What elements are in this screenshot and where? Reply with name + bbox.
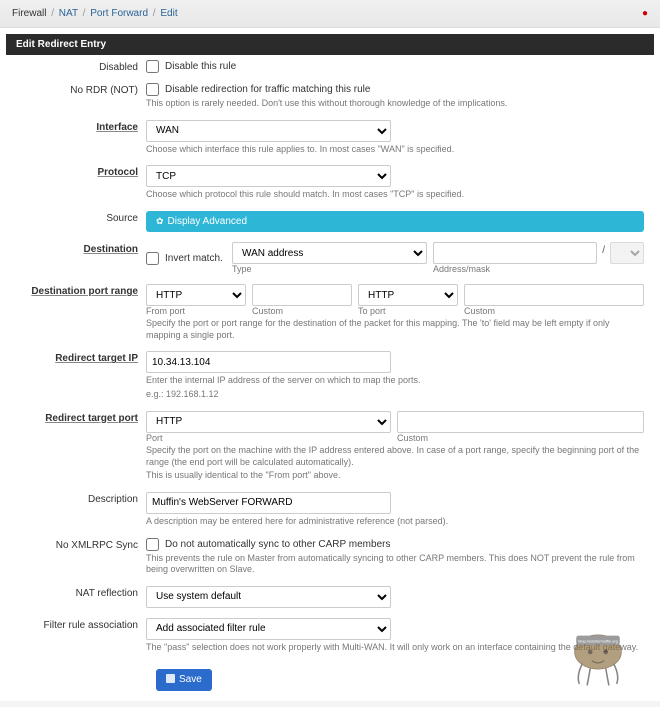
redirect-ip-input[interactable]: [146, 351, 391, 373]
crumb-firewall: Firewall: [12, 8, 46, 19]
from-custom-sublabel: Custom: [252, 306, 352, 316]
from-port-select[interactable]: HTTP: [146, 284, 246, 306]
nordr-label: No RDR (NOT): [16, 83, 146, 96]
xmlrpc-label: No XMLRPC Sync: [16, 538, 146, 551]
destination-label: Destination: [16, 242, 146, 255]
invert-match-label: Invert match.: [165, 253, 223, 264]
crumb-nat[interactable]: NAT: [59, 8, 78, 19]
protocol-help: Choose which protocol this rule should m…: [146, 189, 644, 201]
to-custom-input: [464, 284, 644, 306]
xmlrpc-help: This prevents the rule on Master from au…: [146, 553, 644, 576]
redirect-port-help1: Specify the port on the machine with the…: [146, 445, 644, 468]
to-port-sublabel: To port: [358, 306, 458, 316]
nordr-check-label: Disable redirection for traffic matching…: [165, 84, 370, 95]
redirect-ip-help2: e.g.: 192.168.1.12: [146, 389, 644, 401]
nordr-checkbox[interactable]: [146, 83, 159, 96]
redirect-port-label: Redirect target port: [16, 411, 146, 424]
xmlrpc-check-label: Do not automatically sync to other CARP …: [165, 539, 390, 550]
description-label: Description: [16, 492, 146, 505]
redirect-port-custom-sublabel: Custom: [397, 433, 644, 443]
gear-icon: [156, 216, 164, 227]
panel-title: Edit Redirect Entry: [6, 34, 654, 55]
help-icon[interactable]: ●: [642, 8, 648, 19]
description-help: A description may be entered here for ad…: [146, 516, 644, 528]
filter-assoc-label: Filter rule association: [16, 618, 146, 631]
redirect-ip-label: Redirect target IP: [16, 351, 146, 364]
dest-port-range-label: Destination port range: [16, 284, 146, 297]
dpr-help: Specify the port or port range for the d…: [146, 318, 644, 341]
source-label: Source: [16, 211, 146, 224]
to-custom-sublabel: Custom: [464, 306, 644, 316]
disabled-checkbox[interactable]: [146, 60, 159, 73]
destination-address-input: [433, 242, 597, 264]
filter-assoc-help: The "pass" selection does not work prope…: [146, 642, 644, 654]
disabled-check-label: Disable this rule: [165, 61, 236, 72]
redirect-port-select[interactable]: HTTP: [146, 411, 391, 433]
disabled-label: Disabled: [16, 60, 146, 73]
interface-select[interactable]: WAN: [146, 120, 391, 142]
invert-match-checkbox[interactable]: [146, 252, 159, 265]
protocol-label: Protocol: [16, 165, 146, 178]
destination-type-select[interactable]: WAN address: [232, 242, 427, 264]
xmlrpc-checkbox[interactable]: [146, 538, 159, 551]
save-button[interactable]: Save: [156, 669, 212, 691]
nordr-help: This option is rarely needed. Don't use …: [146, 98, 644, 110]
redirect-port-help2: This is usually identical to the "From p…: [146, 470, 644, 482]
crumb-port-forward[interactable]: Port Forward: [90, 8, 148, 19]
destination-mask-select: [610, 242, 644, 264]
redirect-ip-help1: Enter the internal IP address of the ser…: [146, 375, 644, 387]
display-advanced-button[interactable]: Display Advanced: [146, 211, 644, 232]
to-port-select[interactable]: HTTP: [358, 284, 458, 306]
destination-address-sublabel: Address/mask: [433, 264, 644, 274]
nat-reflection-label: NAT reflection: [16, 586, 146, 599]
save-icon: [166, 674, 175, 686]
destination-type-sublabel: Type: [232, 264, 427, 274]
interface-help: Choose which interface this rule applies…: [146, 144, 644, 156]
description-input[interactable]: [146, 492, 391, 514]
nat-reflection-select[interactable]: Use system default: [146, 586, 391, 608]
filter-assoc-select[interactable]: Add associated filter rule: [146, 618, 391, 640]
from-custom-input: [252, 284, 352, 306]
crumb-edit[interactable]: Edit: [160, 8, 177, 19]
redirect-port-custom-input: [397, 411, 644, 433]
redirect-port-sublabel: Port: [146, 433, 391, 443]
protocol-select[interactable]: TCP: [146, 165, 391, 187]
interface-label: Interface: [16, 120, 146, 133]
from-port-sublabel: From port: [146, 306, 246, 316]
breadcrumb: Firewall / NAT / Port Forward / Edit ●: [0, 0, 660, 28]
